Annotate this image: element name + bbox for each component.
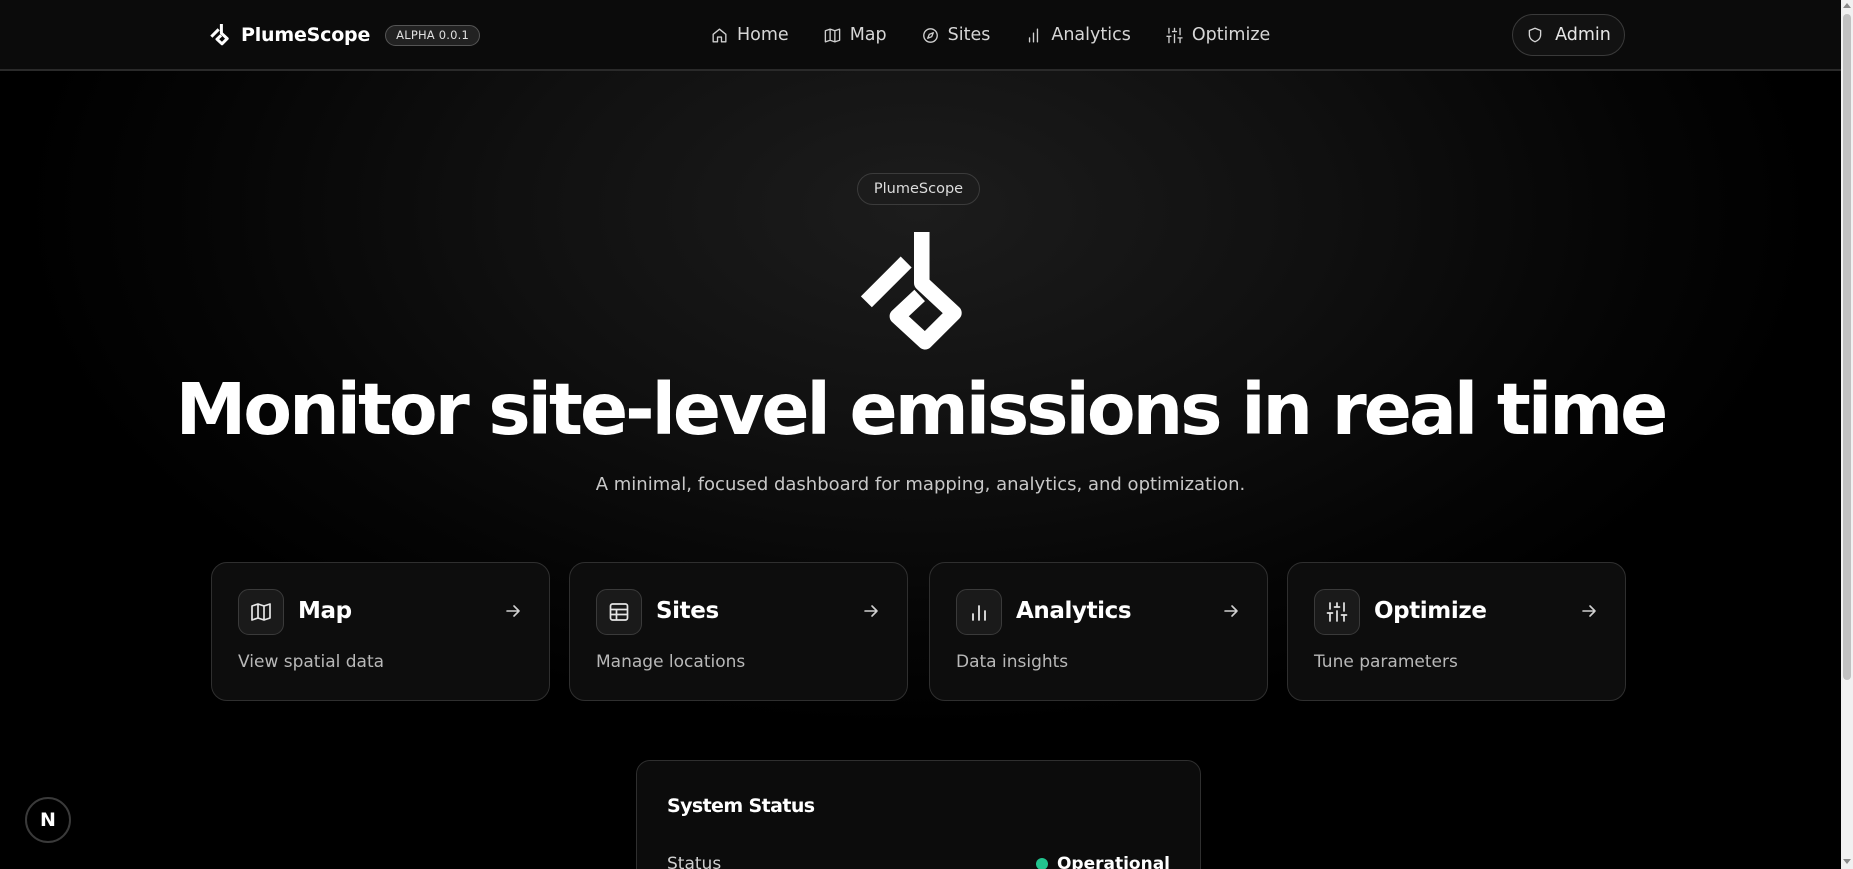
page: PlumeScope ALPHA 0.0.1 Home Map Sites An… <box>0 0 1853 869</box>
home-icon <box>712 27 727 43</box>
card-title: Analytics <box>1016 598 1132 624</box>
hero-subtitle: A minimal, focused dashboard for mapping… <box>595 474 1246 495</box>
scroll-up-arrow-icon[interactable] <box>1843 3 1851 8</box>
brand-name: PlumeScope <box>241 24 371 46</box>
card-title: Optimize <box>1374 598 1487 624</box>
card-title: Sites <box>656 598 719 624</box>
arrow-right-icon <box>1224 605 1238 617</box>
brand[interactable]: PlumeScope ALPHA 0.0.1 <box>209 22 480 48</box>
nextjs-dev-indicator-button[interactable]: N <box>25 797 71 843</box>
card-icon-box <box>956 589 1002 635</box>
card-icon-box <box>596 589 642 635</box>
nav-item-map[interactable]: Map <box>823 25 887 45</box>
nav-item-label: Home <box>737 25 789 45</box>
arrow-right-icon <box>864 605 878 617</box>
map-icon <box>251 603 271 621</box>
top-navigation-bar: PlumeScope ALPHA 0.0.1 Home Map Sites An… <box>0 0 1841 71</box>
hero-logo-icon <box>860 232 962 350</box>
nav-item-label: Sites <box>947 25 991 45</box>
nav-item-sites[interactable]: Sites <box>921 25 991 45</box>
admin-button[interactable]: Admin <box>1512 14 1625 56</box>
status-panel-title: System Status <box>667 795 815 817</box>
status-indicator-dot <box>1035 858 1048 869</box>
card-icon-box <box>238 589 284 635</box>
admin-label: Admin <box>1555 25 1611 45</box>
card-description: View spatial data <box>238 652 385 672</box>
system-status-panel: System Status Status Operational <box>636 760 1201 869</box>
bar-chart-icon <box>972 605 986 621</box>
card-analytics[interactable]: Analytics Data insights <box>929 562 1268 701</box>
plumescope-logo-icon <box>210 24 229 46</box>
feature-cards: Map View spatial data Sites Manage locat… <box>211 562 1626 701</box>
bar-chart-icon <box>1029 27 1039 43</box>
map-icon <box>824 27 840 43</box>
card-sites[interactable]: Sites Manage locations <box>569 562 908 701</box>
card-description: Tune parameters <box>1314 652 1458 672</box>
shield-icon <box>1528 27 1542 43</box>
status-label: Status <box>667 854 722 869</box>
nav-item-home[interactable]: Home <box>710 25 789 45</box>
sliders-icon <box>1326 602 1348 622</box>
hero-badge: PlumeScope <box>857 173 980 205</box>
page-scrollbar[interactable] <box>1841 0 1853 869</box>
card-description: Data insights <box>956 652 1069 672</box>
card-title: Map <box>298 598 352 624</box>
nav-item-optimize[interactable]: Optimize <box>1165 25 1270 45</box>
sliders-icon <box>1166 27 1183 43</box>
card-icon-box <box>1314 589 1360 635</box>
main-nav: Home Map Sites Analytics Optimize <box>710 22 1270 48</box>
scrollbar-thumb[interactable] <box>1843 14 1851 680</box>
arrow-right-icon <box>1582 605 1596 617</box>
compass-icon <box>922 27 938 43</box>
arrow-right-icon <box>506 605 520 617</box>
table-icon <box>609 603 629 621</box>
status-value-text: Operational <box>1056 854 1170 869</box>
nav-item-label: Map <box>849 25 887 45</box>
card-optimize[interactable]: Optimize Tune parameters <box>1287 562 1626 701</box>
n-logo-icon: N <box>40 809 56 831</box>
nav-item-analytics[interactable]: Analytics <box>1024 25 1131 45</box>
hero-title: Monitor site-level emissions in real tim… <box>175 368 1669 451</box>
status-value: Operational <box>1035 854 1170 869</box>
nav-item-label: Optimize <box>1191 25 1271 45</box>
card-description: Manage locations <box>596 652 746 672</box>
nav-item-label: Analytics <box>1051 25 1131 45</box>
card-map[interactable]: Map View spatial data <box>211 562 550 701</box>
scroll-down-arrow-icon[interactable] <box>1843 859 1851 864</box>
version-badge: ALPHA 0.0.1 <box>385 24 480 46</box>
